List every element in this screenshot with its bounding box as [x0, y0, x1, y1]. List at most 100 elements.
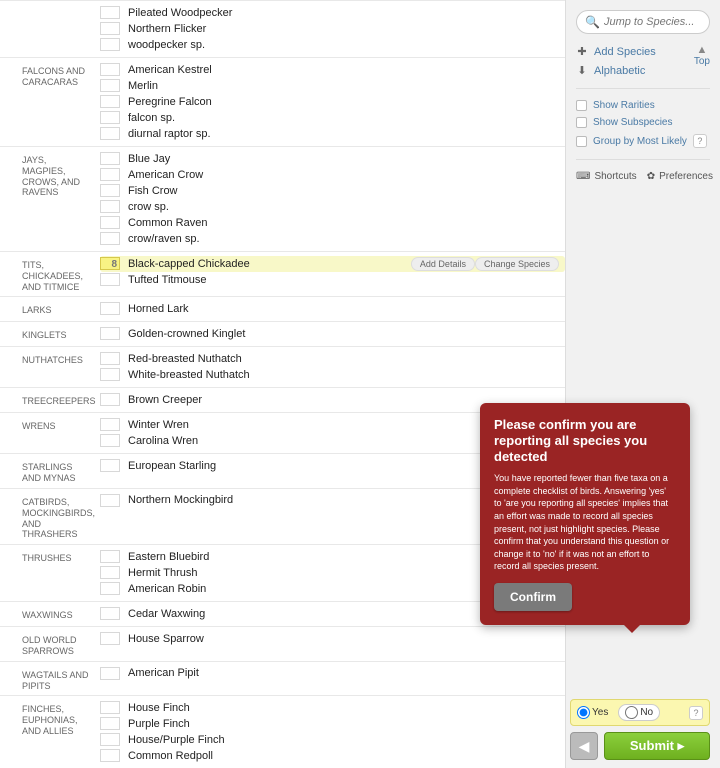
- species-row[interactable]: Common Raven: [100, 215, 565, 231]
- species-row[interactable]: 8Black-capped ChickadeeAdd DetailsChange…: [100, 256, 565, 272]
- count-input[interactable]: [100, 459, 120, 472]
- count-input[interactable]: [100, 152, 120, 165]
- group-label: OLD WORLD SPARROWS: [0, 631, 100, 657]
- count-input[interactable]: [100, 232, 120, 245]
- count-input[interactable]: [100, 566, 120, 579]
- species-row[interactable]: White-breasted Nuthatch: [100, 367, 565, 383]
- count-input[interactable]: [100, 352, 120, 365]
- species-row[interactable]: House/Purple Finch: [100, 732, 565, 748]
- count-input[interactable]: [100, 393, 120, 406]
- shortcuts-link[interactable]: ⌨ Shortcuts: [576, 171, 637, 182]
- species-row[interactable]: Blue Jay: [100, 151, 565, 167]
- count-input[interactable]: [100, 733, 120, 746]
- count-input[interactable]: [100, 550, 120, 563]
- search-input[interactable]: [604, 16, 701, 28]
- count-input[interactable]: [100, 6, 120, 19]
- species-group: JAYS, MAGPIES, CROWS, AND RAVENSBlue Jay…: [0, 146, 565, 251]
- down-arrow-icon: ⬇: [576, 64, 588, 77]
- show-subspecies-toggle[interactable]: Show Subspecies: [576, 114, 710, 131]
- count-input[interactable]: [100, 22, 120, 35]
- count-input[interactable]: [100, 95, 120, 108]
- species-group: KINGLETSGolden-crowned Kinglet: [0, 321, 565, 346]
- triangle-up-icon: ▲: [694, 44, 710, 56]
- count-input[interactable]: [100, 368, 120, 381]
- count-input[interactable]: [100, 273, 120, 286]
- confirm-modal: Please confirm you are reporting all spe…: [480, 403, 690, 625]
- species-row[interactable]: falcon sp.: [100, 110, 565, 126]
- count-input[interactable]: [100, 63, 120, 76]
- show-subspecies-label: Show Subspecies: [593, 117, 673, 128]
- count-input[interactable]: 8: [100, 257, 120, 270]
- species-name: Northern Flicker: [128, 23, 559, 35]
- species-row[interactable]: American Crow: [100, 167, 565, 183]
- species-row[interactable]: crow sp.: [100, 199, 565, 215]
- triangle-right-icon: ▸: [678, 738, 685, 753]
- count-input[interactable]: [100, 216, 120, 229]
- species-row[interactable]: American Pipit: [100, 666, 565, 682]
- count-input[interactable]: [100, 607, 120, 620]
- group-label: TREECREEPERS: [0, 392, 100, 408]
- count-input[interactable]: [100, 200, 120, 213]
- species-row[interactable]: Golden-crowned Kinglet: [100, 326, 565, 342]
- alphabetic-link[interactable]: ⬇ Alphabetic: [576, 61, 710, 80]
- yes-radio-input[interactable]: [577, 706, 590, 719]
- yes-radio[interactable]: Yes: [577, 706, 608, 719]
- search-box[interactable]: 🔍: [576, 10, 710, 34]
- preferences-link[interactable]: ✿ Preferences: [647, 171, 713, 182]
- count-input[interactable]: [100, 327, 120, 340]
- species-name: Peregrine Falcon: [128, 96, 559, 108]
- species-row[interactable]: woodpecker sp.: [100, 37, 565, 53]
- add-details-button[interactable]: Add Details: [411, 257, 475, 271]
- bottom-controls: Yes No ? ◀ Submit ▸: [570, 699, 710, 760]
- count-input[interactable]: [100, 168, 120, 181]
- count-input[interactable]: [100, 749, 120, 762]
- keyboard-icon: ⌨: [576, 171, 590, 182]
- species-row[interactable]: Common Redpoll: [100, 748, 565, 764]
- count-input[interactable]: [100, 434, 120, 447]
- species-row[interactable]: Tufted Titmouse: [100, 272, 565, 288]
- species-row[interactable]: Merlin: [100, 78, 565, 94]
- count-input[interactable]: [100, 302, 120, 315]
- count-input[interactable]: [100, 418, 120, 431]
- count-input[interactable]: [100, 111, 120, 124]
- help-icon[interactable]: ?: [693, 134, 707, 148]
- top-link[interactable]: ▲ Top: [694, 44, 710, 67]
- species-row[interactable]: Pileated Woodpecker: [100, 5, 565, 21]
- species-row[interactable]: American Kestrel: [100, 62, 565, 78]
- count-input[interactable]: [100, 667, 120, 680]
- count-input[interactable]: [100, 582, 120, 595]
- submit-button[interactable]: Submit ▸: [604, 732, 710, 760]
- count-input[interactable]: [100, 127, 120, 140]
- species-row[interactable]: Purple Finch: [100, 716, 565, 732]
- no-radio[interactable]: No: [618, 704, 660, 721]
- no-radio-input[interactable]: [625, 706, 638, 719]
- group-likely-toggle[interactable]: Group by Most Likely ?: [576, 131, 710, 151]
- back-button[interactable]: ◀: [570, 732, 598, 760]
- shortcuts-label: Shortcuts: [594, 171, 636, 182]
- group-label: WAXWINGS: [0, 606, 100, 622]
- species-row[interactable]: Fish Crow: [100, 183, 565, 199]
- add-species-link[interactable]: ✚ Add Species: [576, 42, 710, 61]
- count-input[interactable]: [100, 701, 120, 714]
- count-input[interactable]: [100, 717, 120, 730]
- count-input[interactable]: [100, 79, 120, 92]
- species-name: Blue Jay: [128, 153, 559, 165]
- species-row[interactable]: House Finch: [100, 700, 565, 716]
- count-input[interactable]: [100, 184, 120, 197]
- help-icon[interactable]: ?: [689, 706, 703, 720]
- change-species-button[interactable]: Change Species: [475, 257, 559, 271]
- show-rarities-toggle[interactable]: Show Rarities: [576, 97, 710, 114]
- species-row[interactable]: Horned Lark: [100, 301, 565, 317]
- species-name: falcon sp.: [128, 112, 559, 124]
- confirm-button[interactable]: Confirm: [494, 583, 572, 611]
- species-row[interactable]: crow/raven sp.: [100, 231, 565, 247]
- species-row[interactable]: Peregrine Falcon: [100, 94, 565, 110]
- species-row[interactable]: House Sparrow: [100, 631, 565, 647]
- species-name: American Pipit: [128, 667, 559, 679]
- species-row[interactable]: Northern Flicker: [100, 21, 565, 37]
- count-input[interactable]: [100, 38, 120, 51]
- count-input[interactable]: [100, 632, 120, 645]
- species-row[interactable]: diurnal raptor sp.: [100, 126, 565, 142]
- count-input[interactable]: [100, 494, 120, 507]
- species-row[interactable]: Red-breasted Nuthatch: [100, 351, 565, 367]
